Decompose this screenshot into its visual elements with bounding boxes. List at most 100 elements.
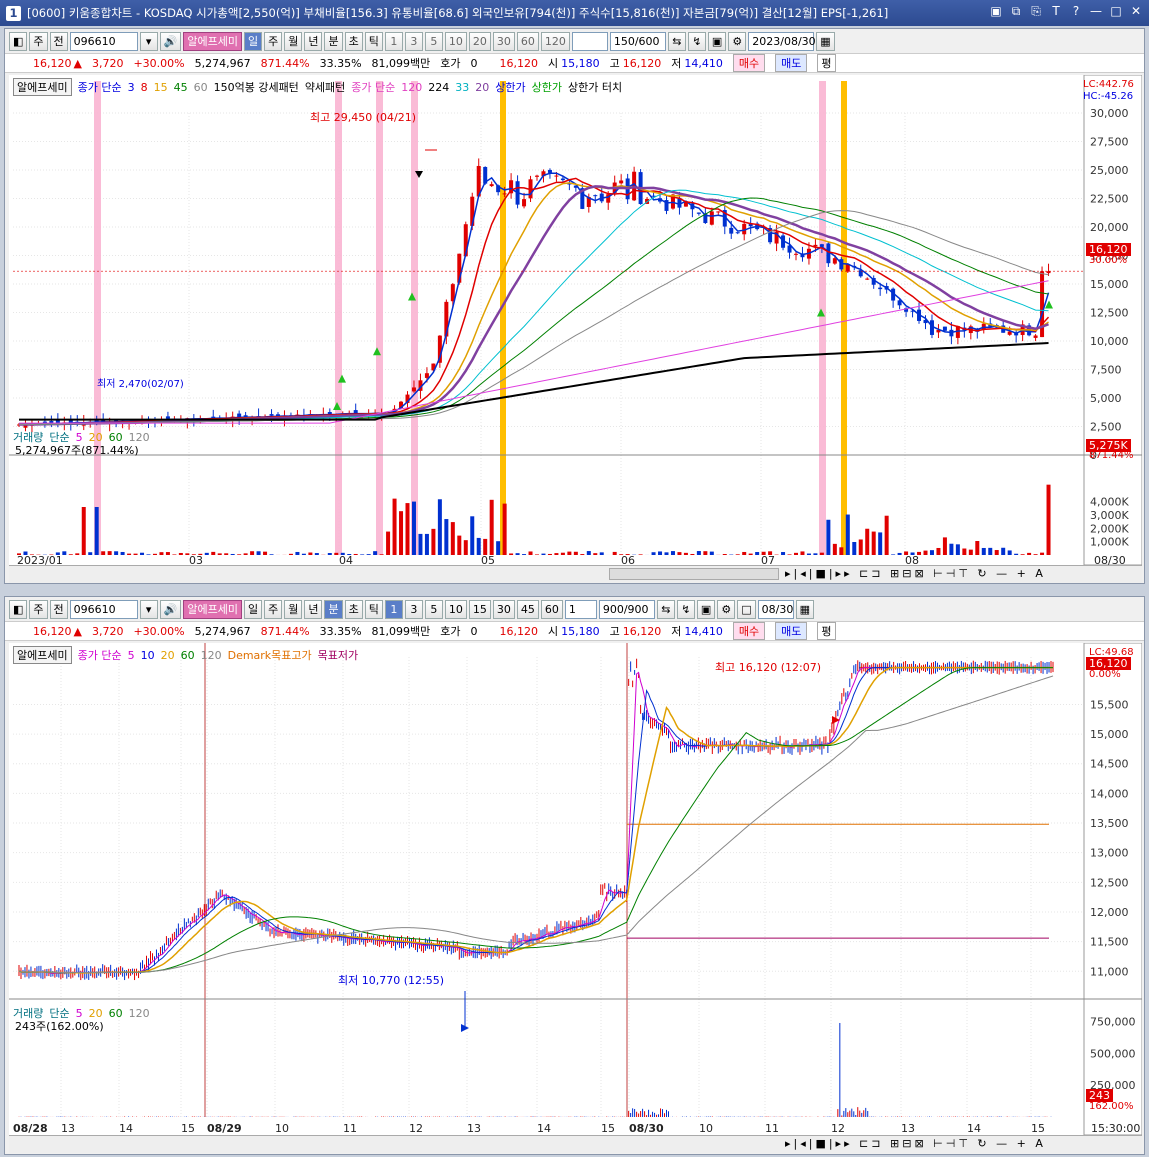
y-tick-label: 10,000 — [1090, 335, 1129, 348]
gear-icon[interactable]: ⚙ — [728, 31, 747, 51]
help-icon[interactable]: ? — [1069, 4, 1083, 19]
checkbox-icon[interactable]: □ — [737, 599, 756, 619]
mode-week[interactable]: 주 — [264, 31, 283, 51]
count-input-2[interactable]: 900/900 — [598, 599, 655, 619]
mode-minute-2[interactable]: 분 — [324, 599, 343, 619]
mode-second[interactable]: 초 — [344, 31, 363, 51]
mode-day[interactable]: 일 — [243, 31, 263, 51]
gear-icon-2[interactable]: ⚙ — [717, 599, 736, 619]
tool-icon-2[interactable]: ⇆ — [656, 599, 675, 619]
type-select[interactable]: 주 — [29, 31, 48, 51]
interval-30[interactable]: 30 — [492, 31, 515, 51]
legend-weak: 약세패턴 — [304, 81, 346, 94]
tool-icon[interactable]: ⇆ — [667, 31, 686, 51]
vol-tag-pct-2: 162.00% — [1089, 1101, 1134, 1112]
sell-button[interactable]: 매도 — [775, 54, 808, 72]
close-icon[interactable]: ✕ — [1129, 4, 1143, 19]
interval-1-2[interactable]: 1 — [384, 599, 403, 619]
calendar-icon-2[interactable]: ▦ — [795, 599, 815, 619]
interval-20[interactable]: 20 — [468, 31, 491, 51]
code-input-2[interactable]: 096610 — [69, 599, 138, 619]
volume-bar — [942, 537, 947, 555]
mode-year[interactable]: 년 — [304, 31, 323, 51]
interval-5-2[interactable]: 5 — [424, 599, 443, 619]
y-tick-label-2: 11,000 — [1090, 965, 1129, 978]
bottom-scrollbar[interactable]: ▸|◂|■|▸▸ ⊏⊐ ⊞⊟⊠ ⊢⊣⊤ ↻ — + A — [9, 1135, 1142, 1153]
minute-price-chart[interactable]: 15,500 15,000 14,500 14,000 13,500 13,000 12,5… — [9, 643, 1142, 1135]
interval-60[interactable]: 60 — [516, 31, 539, 51]
legend-ma10-2: 10 — [140, 648, 155, 662]
mode-day-2[interactable]: 일 — [243, 599, 263, 619]
scroll-controls[interactable]: ▸|◂|■|▸▸ ⊏⊐ ⊞⊟⊠ ⊢⊣⊤ ↻ — + A — [785, 567, 1046, 580]
save-icon-2[interactable]: ▣ — [696, 599, 716, 619]
volume-bar — [742, 551, 747, 555]
legend-ma33: 33 — [455, 80, 470, 94]
maximize-icon[interactable]: □ — [1109, 4, 1123, 19]
mode-year-2[interactable]: 년 — [304, 599, 323, 619]
volume-bar — [819, 552, 824, 555]
y-tick-label: 2,500 — [1090, 421, 1122, 434]
search-icon-2[interactable]: 🔊 — [159, 599, 182, 619]
sell-button-2[interactable]: 매도 — [775, 622, 808, 640]
volume-bar — [826, 519, 831, 555]
layout-icon[interactable]: ◧ — [9, 31, 28, 51]
tool2-icon[interactable]: ↯ — [687, 31, 706, 51]
top-scrollbar[interactable]: ▸|◂|■|▸▸ ⊏⊐ ⊞⊟⊠ ⊢⊣⊤ ↻ — + A — [9, 565, 1142, 583]
interval-10-2[interactable]: 10 — [444, 599, 467, 619]
volume-bar — [547, 553, 552, 555]
interval-select[interactable] — [571, 31, 608, 51]
text-icon[interactable]: T — [1049, 4, 1063, 19]
interval-3-2[interactable]: 3 — [404, 599, 423, 619]
copy-icon[interactable]: ⎘ — [1029, 4, 1043, 19]
interval-select-2[interactable]: 1 — [564, 599, 597, 619]
volume-bar — [1046, 484, 1051, 555]
pin-icon[interactable]: ▣ — [989, 4, 1003, 19]
type-select-2[interactable]: 주 — [29, 599, 48, 619]
dropdown-icon-2[interactable]: ▾ — [139, 599, 158, 619]
x-tick-label-2: 10 — [275, 1122, 289, 1135]
mode-week-2[interactable]: 주 — [264, 599, 283, 619]
scroll-thumb[interactable] — [609, 568, 779, 580]
dropdown-icon[interactable]: ▾ — [139, 31, 158, 51]
vol-ma120-2: 120 — [128, 1006, 150, 1020]
flat-button[interactable]: 평 — [817, 54, 836, 72]
buy-button-2[interactable]: 매수 — [732, 622, 766, 640]
mode-tick-2[interactable]: 틱 — [364, 599, 383, 619]
date-input[interactable]: 2023/08/30 — [748, 31, 816, 51]
scroll-controls-2[interactable]: ▸|◂|■|▸▸ ⊏⊐ ⊞⊟⊠ ⊢⊣⊤ ↻ — + A — [785, 1137, 1046, 1150]
volume-bar — [1001, 547, 1006, 555]
count-input[interactable]: 150/600 — [609, 31, 666, 51]
interval-30-2[interactable]: 30 — [492, 599, 515, 619]
interval-15-2[interactable]: 15 — [468, 599, 491, 619]
amount-2: 81,099백만 — [371, 625, 431, 638]
interval-1[interactable]: 1 — [384, 31, 403, 51]
buy-button[interactable]: 매수 — [732, 54, 766, 72]
mode-second-2[interactable]: 초 — [344, 599, 363, 619]
tool2-icon-2[interactable]: ↯ — [676, 599, 695, 619]
x-tick-label: 03 — [189, 554, 203, 565]
save-icon[interactable]: ▣ — [707, 31, 727, 51]
interval-5[interactable]: 5 — [424, 31, 443, 51]
stock-name-2[interactable]: 알에프세미 — [183, 599, 242, 619]
prev-button[interactable]: 전 — [49, 31, 68, 51]
search-icon[interactable]: 🔊 — [159, 31, 182, 51]
prev-button-2[interactable]: 전 — [49, 599, 68, 619]
mode-month-2[interactable]: 월 — [284, 599, 303, 619]
date-input-2[interactable]: 08/30 — [757, 599, 794, 619]
restore-icon[interactable]: ⧉ — [1009, 4, 1023, 19]
interval-60-2[interactable]: 60 — [540, 599, 563, 619]
mode-minute[interactable]: 분 — [324, 31, 343, 51]
minimize-icon[interactable]: — — [1089, 4, 1103, 19]
calendar-icon[interactable]: ▦ — [816, 31, 835, 51]
stock-name[interactable]: 알에프세미 — [183, 31, 242, 51]
interval-10[interactable]: 10 — [444, 31, 467, 51]
interval-120[interactable]: 120 — [540, 31, 570, 51]
layout-icon-2[interactable]: ◧ — [9, 599, 28, 619]
code-input[interactable]: 096610 — [69, 31, 138, 51]
flat-button-2[interactable]: 평 — [817, 622, 836, 640]
mode-tick[interactable]: 틱 — [364, 31, 383, 51]
mode-month[interactable]: 월 — [284, 31, 303, 51]
daily-price-chart[interactable]: 30,00027,50025,00022,50020,00017,50015,0… — [9, 75, 1142, 565]
interval-3[interactable]: 3 — [404, 31, 423, 51]
interval-45-2[interactable]: 45 — [516, 599, 539, 619]
